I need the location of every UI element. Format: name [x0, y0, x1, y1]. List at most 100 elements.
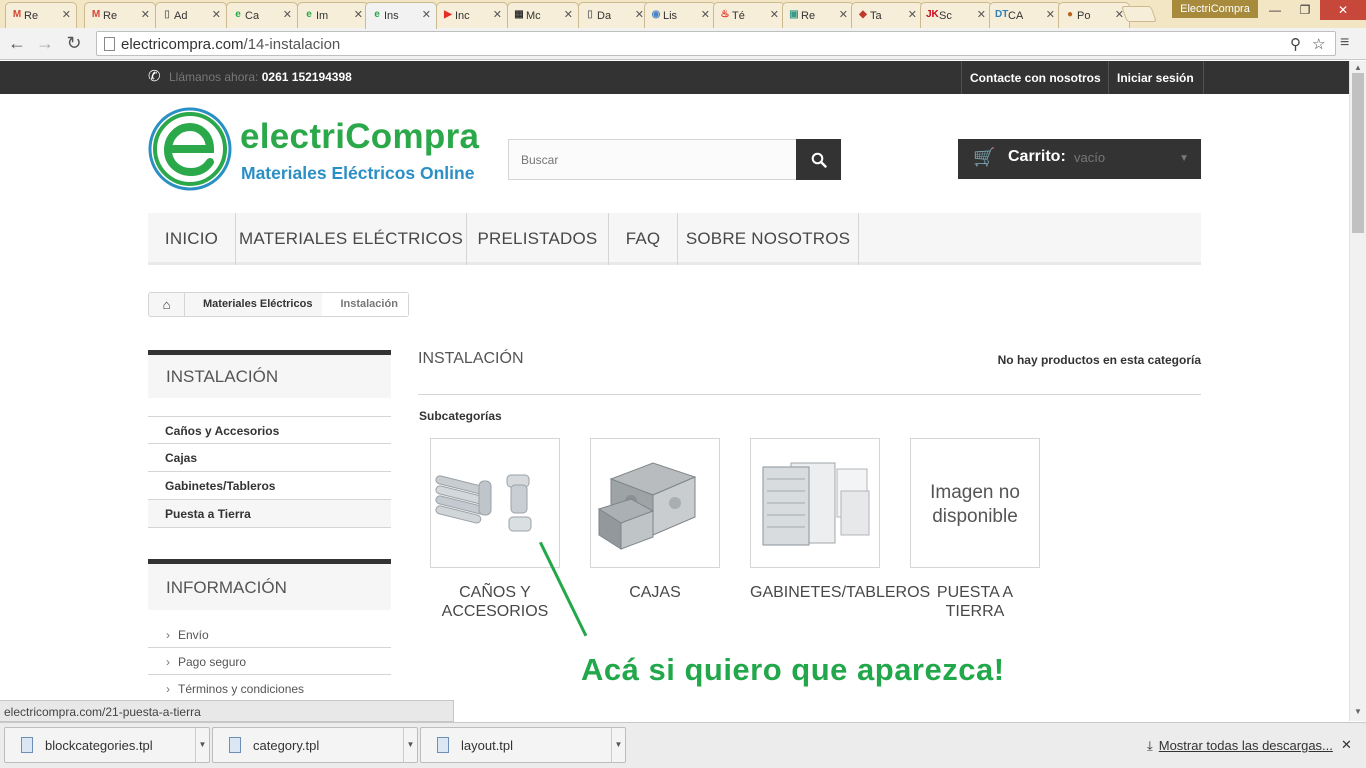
login-link[interactable]: Iniciar sesión — [1108, 61, 1204, 94]
download-item[interactable]: blockcategories.tpl ▼ — [4, 727, 210, 763]
menu-item-faq[interactable]: FAQ — [609, 213, 678, 265]
scroll-thumb[interactable] — [1352, 73, 1364, 233]
tab-label: CA — [1008, 9, 1024, 22]
subcategory-name-line: ACCESORIOS — [441, 603, 549, 620]
tab-close-icon[interactable]: ✕ — [635, 8, 644, 21]
menu-item-prelistados[interactable]: PRELISTADOS — [467, 213, 609, 265]
search-icon — [811, 152, 827, 168]
chevron-down-icon[interactable]: ▼ — [611, 728, 625, 762]
browser-tab[interactable]: e Ca ✕ — [226, 2, 298, 28]
sidebar-item-gabinetes[interactable]: Gabinetes/Tableros — [148, 472, 391, 500]
scroll-up-icon[interactable]: ▲ — [1354, 63, 1362, 72]
browser-tab[interactable]: e Im ✕ — [297, 2, 369, 28]
tab-close-icon[interactable]: ✕ — [493, 8, 502, 21]
logo-e-icon — [148, 107, 232, 191]
browser-tab[interactable]: ◉ Lis ✕ — [644, 2, 716, 28]
info-item-envio[interactable]: › Envío — [148, 621, 391, 648]
new-tab-button[interactable] — [1121, 6, 1157, 22]
show-all-downloads-link[interactable]: ⤓ Mostrar todas las descargas... — [1147, 738, 1333, 754]
electricompra-icon: e — [235, 9, 241, 20]
address-bar[interactable]: electricompra.com/14-instalacion ⚲ ☆ — [96, 31, 1336, 56]
logo-subtitle: Materiales Eléctricos Online — [241, 163, 475, 183]
breadcrumb: ⌂ Materiales Eléctricos Instalación — [148, 292, 409, 317]
cart-block[interactable]: 🛒 Carrito: vacío ▼ — [958, 139, 1201, 179]
search-button[interactable] — [796, 139, 841, 180]
browser-tab[interactable]: ▯ Ad ✕ — [155, 2, 227, 28]
sidebar-item-canos[interactable]: Caños y Accesorios — [148, 416, 391, 444]
chevron-down-icon[interactable]: ▼ — [403, 728, 417, 762]
subcategory-name-puesta-tierra[interactable]: PUESTA A TIERRA — [910, 583, 1040, 621]
browser-tab[interactable]: ◆ Ta ✕ — [851, 2, 923, 28]
browser-tab[interactable]: ● Po ✕ — [1058, 2, 1130, 28]
page-icon — [104, 37, 115, 51]
tab-close-icon[interactable]: ✕ — [422, 8, 431, 21]
tab-close-icon[interactable]: ✕ — [212, 8, 221, 21]
close-downloads-icon[interactable]: ✕ — [1341, 737, 1352, 753]
breadcrumb-current: Instalación — [322, 293, 408, 316]
zoom-icon[interactable]: ⚲ — [1290, 35, 1301, 53]
subcategory-image-gabinetes[interactable] — [750, 438, 880, 568]
tab-label: Im — [316, 9, 329, 22]
browser-tab[interactable]: ▯ Da ✕ — [578, 2, 650, 28]
browser-tab[interactable]: ▦ Mc ✕ — [507, 2, 579, 28]
info-item-terminos[interactable]: › Términos y condiciones — [148, 675, 391, 702]
tab-close-icon[interactable]: ✕ — [283, 8, 292, 21]
tab-close-icon[interactable]: ✕ — [701, 8, 710, 21]
electricompra-icon: e — [374, 9, 380, 20]
profile-badge[interactable]: ElectriCompra — [1172, 0, 1258, 18]
chrome-menu-icon[interactable]: ≡ — [1340, 34, 1349, 52]
tab-close-icon[interactable]: ✕ — [1046, 8, 1055, 21]
site-logo[interactable]: electriCompra Materiales Eléctricos Onli… — [148, 107, 488, 195]
tab-close-icon[interactable]: ✕ — [977, 8, 986, 21]
tab-close-icon[interactable]: ✕ — [564, 8, 573, 21]
menu-item-materiales[interactable]: MATERIALES ELÉCTRICOS — [236, 213, 467, 265]
info-item-pago[interactable]: › Pago seguro — [148, 648, 391, 675]
sidebar-item-puesta-tierra[interactable]: Puesta a Tierra — [148, 500, 391, 528]
subcategory-image-puesta-tierra[interactable]: Imagen no disponible — [910, 438, 1040, 568]
chevron-down-icon[interactable]: ▼ — [195, 728, 209, 762]
tab-close-icon[interactable]: ✕ — [354, 8, 363, 21]
menu-item-sobre-nosotros[interactable]: SOBRE NOSOTROS — [678, 213, 859, 265]
reload-icon[interactable]: ↻ — [62, 32, 86, 54]
browser-tab[interactable]: JK Sc ✕ — [920, 2, 992, 28]
tab-close-icon[interactable]: ✕ — [770, 8, 779, 21]
close-window-icon[interactable]: ✕ — [1320, 0, 1366, 20]
download-item[interactable]: layout.tpl ▼ — [420, 727, 626, 763]
tab-close-icon[interactable]: ✕ — [141, 8, 150, 21]
url-text[interactable]: electricompra.com/14-instalacion — [121, 36, 340, 53]
subcategory-image-cajas[interactable] — [590, 438, 720, 568]
menu-item-inicio[interactable]: INICIO — [148, 213, 236, 265]
page-scrollbar[interactable]: ▲ ▼ — [1349, 61, 1366, 721]
browser-tab[interactable]: M Re ✕ — [5, 2, 77, 28]
tab-close-icon[interactable]: ✕ — [908, 8, 917, 21]
download-item[interactable]: category.tpl ▼ — [212, 727, 418, 763]
subcategory-image-canos[interactable] — [430, 438, 560, 568]
back-icon[interactable]: ← — [5, 32, 29, 54]
home-icon[interactable]: ⌂ — [149, 293, 185, 316]
sidebar-item-cajas[interactable]: Cajas — [148, 444, 391, 472]
electrical-boxes-image — [597, 462, 697, 550]
browser-tab[interactable]: ♨ Té ✕ — [713, 2, 785, 28]
forward-icon[interactable]: → — [33, 32, 57, 54]
contact-link[interactable]: Contacte con nosotros — [961, 61, 1109, 94]
subcategory-name-canos[interactable]: CAÑOS Y ACCESORIOS — [430, 583, 560, 621]
tab-label: Re — [24, 9, 39, 22]
search-input[interactable] — [509, 140, 797, 179]
bookmark-star-icon[interactable]: ☆ — [1312, 35, 1325, 53]
browser-tab[interactable]: ▣ Re ✕ — [782, 2, 854, 28]
subcategory-name-cajas[interactable]: CAJAS — [590, 583, 720, 602]
browser-tab[interactable]: DT CA ✕ — [989, 2, 1061, 28]
tab-close-icon[interactable]: ✕ — [62, 8, 71, 21]
browser-tab[interactable]: ▶ Inc ✕ — [436, 2, 508, 28]
tab-close-icon[interactable]: ✕ — [839, 8, 848, 21]
tab-label: Ta — [870, 9, 882, 22]
breadcrumb-parent[interactable]: Materiales Eléctricos — [185, 293, 322, 316]
info-item-label: Pago seguro — [178, 655, 247, 669]
restore-icon[interactable]: ❐ — [1290, 0, 1320, 20]
browser-tab[interactable]: M Re ✕ — [84, 2, 156, 28]
browser-tab[interactable]: e Ins ✕ — [365, 2, 437, 29]
show-all-label: Mostrar todas las descargas... — [1158, 738, 1333, 753]
minimize-icon[interactable]: — — [1260, 0, 1290, 20]
subcategory-name-gabinetes[interactable]: GABINETES/TABLEROS — [750, 583, 930, 602]
scroll-down-icon[interactable]: ▼ — [1354, 707, 1362, 716]
